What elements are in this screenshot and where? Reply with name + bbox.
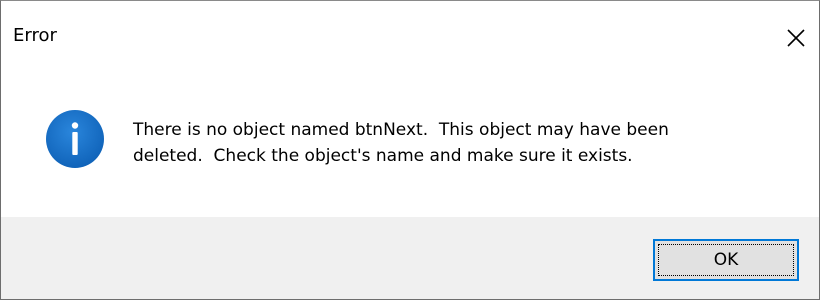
error-dialog: Error There is no object named btnNext. … (0, 0, 820, 300)
dialog-content: There is no object named btnNext. This o… (1, 75, 819, 217)
button-bar: OK (1, 217, 819, 299)
ok-button-label: OK (658, 244, 794, 276)
dialog-title: Error (13, 25, 57, 46)
title-bar: Error (1, 1, 819, 75)
close-button[interactable] (773, 13, 819, 63)
ok-button[interactable]: OK (653, 239, 799, 281)
close-icon (787, 29, 805, 47)
error-message: There is no object named btnNext. This o… (133, 120, 669, 166)
info-icon (46, 110, 104, 168)
